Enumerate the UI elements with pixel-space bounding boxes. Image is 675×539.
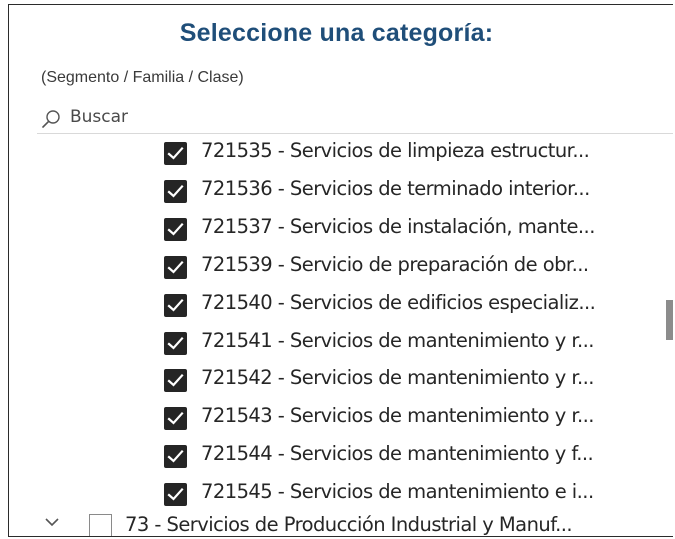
category-list: 721535 - Servicios de limpieza estructur…: [9, 133, 673, 536]
list-item-label: 721539 - Servicio de preparación de obr.…: [201, 252, 589, 276]
checkbox-checked[interactable]: [164, 407, 187, 431]
list-item-label: 721542 - Servicios de mantenimiento y r.…: [201, 366, 595, 390]
checkbox-checked[interactable]: [164, 217, 187, 241]
scrollbar-thumb[interactable]: [666, 300, 673, 340]
list-item-label: 721543 - Servicios de mantenimiento y r.…: [201, 404, 595, 428]
checkmark-icon: [167, 336, 184, 350]
list-item[interactable]: 721535 - Servicios de limpieza estructur…: [9, 133, 673, 171]
list-item[interactable]: 721536 - Servicios de terminado interior…: [9, 171, 673, 209]
checkmark-icon: [167, 146, 184, 160]
checkmark-icon: [167, 488, 184, 501]
list-item-label: 721536 - Servicios de terminado interior…: [201, 176, 590, 200]
list-item[interactable]: 721544 - Servicios de mantenimiento y f.…: [9, 436, 673, 474]
list-item[interactable]: 721537 - Servicios de instalación, mante…: [9, 209, 673, 247]
list-item-label: 721537 - Servicios de instalación, mante…: [201, 214, 595, 238]
checkbox-checked[interactable]: [164, 179, 187, 203]
checkbox-checked[interactable]: [164, 331, 187, 355]
list-item[interactable]: 721542 - Servicios de mantenimiento y r.…: [9, 360, 673, 398]
search-icon[interactable]: [41, 109, 61, 129]
chevron-down-icon[interactable]: [45, 518, 59, 527]
checkbox-checked[interactable]: [164, 142, 187, 165]
checkbox-checked[interactable]: [164, 369, 187, 393]
search-box[interactable]: [37, 103, 673, 134]
list-item[interactable]: 721541 - Servicios de mantenimiento y r.…: [9, 323, 673, 361]
checkmark-icon: [167, 450, 184, 463]
list-item-label: 721540 - Servicios de edificios especial…: [201, 290, 596, 314]
list-item-segment[interactable]: 73 - Servicios de Producción Industrial …: [9, 503, 673, 536]
list-item-label: 73 - Servicios de Producción Industrial …: [125, 513, 573, 536]
checkmark-icon: [167, 260, 184, 274]
list-item-label: 721541 - Servicios de mantenimiento y r.…: [201, 328, 595, 352]
checkmark-icon: [167, 184, 184, 198]
checkmark-icon: [167, 412, 184, 425]
list-item[interactable]: 721539 - Servicio de preparación de obr.…: [9, 247, 673, 285]
slicer-subtitle: (Segmento / Familia / Clase): [41, 69, 244, 86]
list-item-label: 721544 - Servicios de mantenimiento y f.…: [201, 442, 594, 466]
checkmark-icon: [167, 222, 184, 236]
category-slicer: Seleccione una categoría: (Segmento / Fa…: [8, 4, 673, 537]
list-item[interactable]: 721540 - Servicios de edificios especial…: [9, 285, 673, 323]
list-item[interactable]: 721543 - Servicios de mantenimiento y r.…: [9, 398, 673, 436]
checkbox-checked[interactable]: [164, 255, 187, 279]
list-item-label: 721535 - Servicios de limpieza estructur…: [201, 139, 590, 162]
checkbox-checked[interactable]: [164, 445, 187, 469]
search-input[interactable]: [70, 104, 370, 130]
checkmark-icon: [167, 374, 184, 387]
checkmark-icon: [167, 298, 184, 312]
checkbox-unchecked[interactable]: [89, 514, 112, 536]
checkbox-checked[interactable]: [164, 293, 187, 317]
list-item-label: 721545 - Servicios de mantenimiento e i.…: [201, 480, 594, 504]
slicer-title: Seleccione una categoría:: [179, 19, 494, 47]
